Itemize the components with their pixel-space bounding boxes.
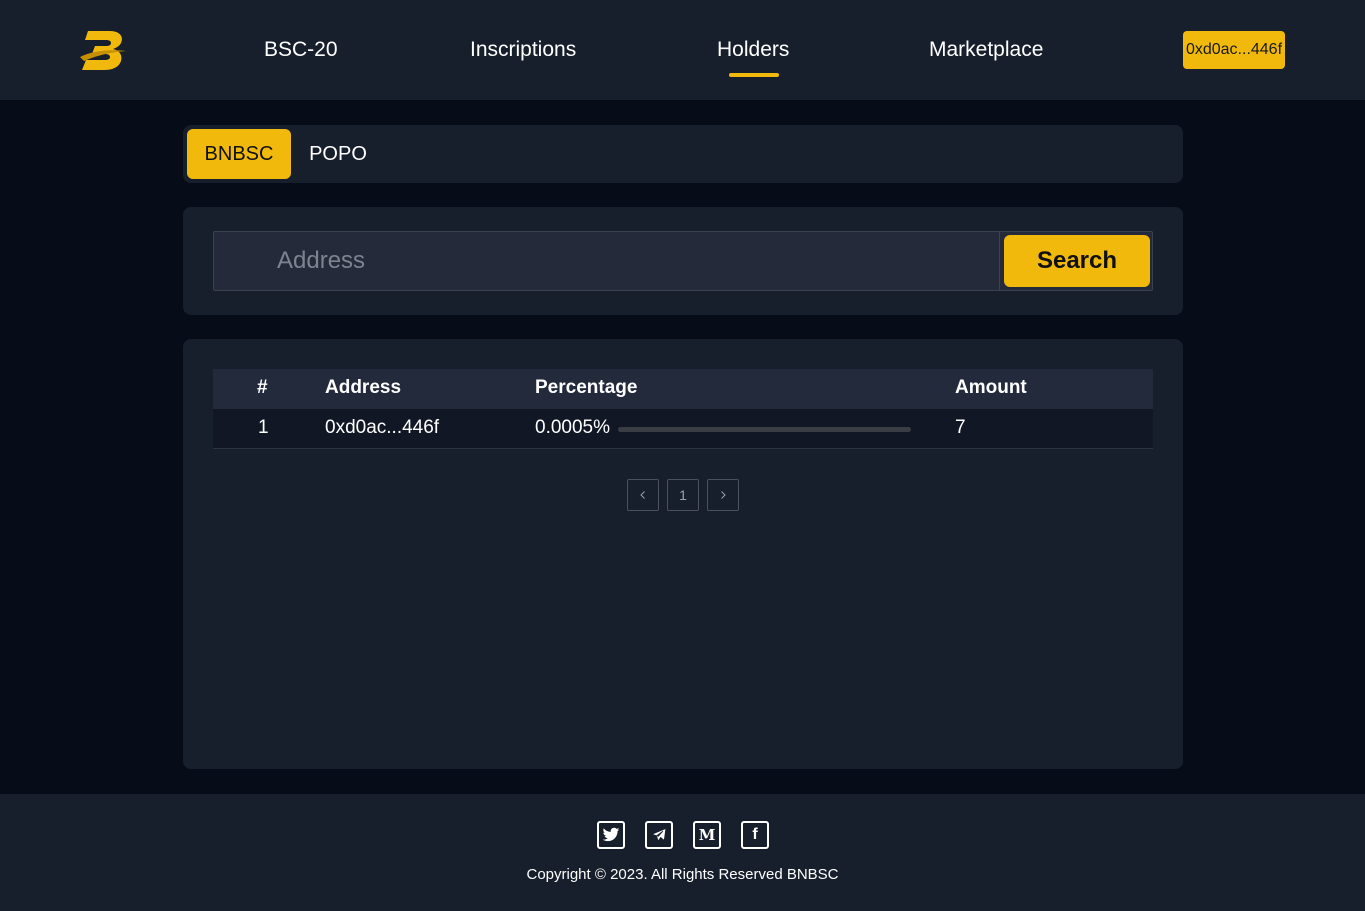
copyright-text: Copyright © 2023. All Rights Reserved BN… [526, 866, 839, 883]
telegram-icon[interactable] [645, 821, 673, 849]
table-row[interactable]: 1 0xd0ac...446f 0.0005% 7 [213, 409, 1153, 449]
column-header-address: Address [325, 377, 402, 398]
column-header-amount: Amount [955, 377, 1027, 398]
chevron-left-icon [638, 487, 648, 503]
address-search-input[interactable] [214, 232, 1000, 290]
wallet-address-button[interactable]: 0xd0ac...446f [1183, 31, 1285, 69]
row-amount: 7 [955, 417, 966, 438]
tab-bnbsc[interactable]: BNBSC [187, 129, 291, 179]
bnbsc-logo-icon[interactable] [78, 27, 130, 73]
tab-popo[interactable]: POPO [299, 129, 377, 179]
nav-bsc20[interactable]: BSC-20 [264, 38, 338, 62]
page-number-button[interactable]: 1 [667, 479, 699, 511]
next-page-button[interactable] [707, 479, 739, 511]
row-address[interactable]: 0xd0ac...446f [325, 417, 439, 439]
header: BSC-20 Inscriptions Holders Marketplace … [0, 0, 1365, 100]
table-header: # Address Percentage Amount [213, 369, 1153, 409]
chevron-right-icon [718, 487, 728, 503]
nav-marketplace[interactable]: Marketplace [929, 38, 1043, 62]
facebook-icon[interactable]: f [741, 821, 769, 849]
prev-page-button[interactable] [627, 479, 659, 511]
search-box: Search [213, 231, 1153, 291]
footer: M f Copyright © 2023. All Rights Reserve… [0, 794, 1365, 911]
row-rank: 1 [258, 417, 269, 438]
active-nav-indicator [729, 73, 779, 77]
column-header-rank: # [257, 377, 268, 398]
nav-inscriptions[interactable]: Inscriptions [470, 38, 576, 62]
percentage-progress-bar [618, 427, 911, 432]
row-percentage: 0.0005% [535, 417, 611, 438]
nav-holders[interactable]: Holders [717, 38, 789, 62]
medium-icon[interactable]: M [693, 821, 721, 849]
search-panel: Search [183, 207, 1183, 315]
search-button[interactable]: Search [1004, 235, 1150, 287]
holders-table-panel: # Address Percentage Amount 1 0xd0ac...4… [183, 339, 1183, 769]
twitter-icon[interactable] [597, 821, 625, 849]
token-tabs: BNBSC POPO [183, 125, 1183, 183]
column-header-percentage: Percentage [535, 377, 638, 398]
